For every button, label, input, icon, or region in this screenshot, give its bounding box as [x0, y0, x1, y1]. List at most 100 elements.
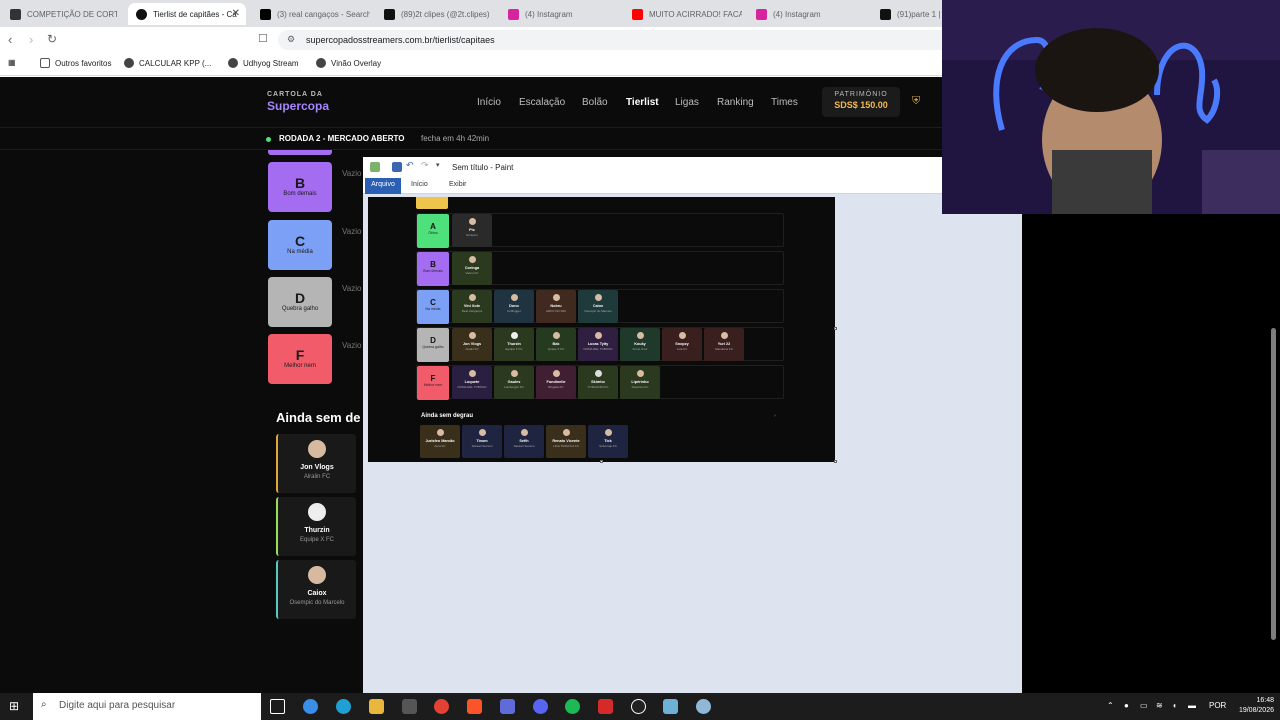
spotify-icon[interactable] — [565, 699, 580, 714]
taskbar-clock[interactable]: 16:48 19/08/2026 — [1228, 696, 1274, 716]
volume-icon[interactable]: ◖ — [1172, 701, 1177, 710]
image-tier-row-f: F Melhor nem Luquete DOMA DEL TOBOSO Gaule… — [416, 365, 784, 400]
nav-ligas[interactable]: Ligas — [675, 97, 699, 108]
logo[interactable]: Supercopa — [267, 99, 329, 113]
windows-taskbar: ⊞ ⌕ Digite aqui para pesquisar ⌃ ● ▭ ≋ ◖… — [0, 693, 1280, 720]
avatar — [604, 429, 612, 436]
mini-card-name: Gaules — [507, 380, 521, 384]
tab-real-cangacos[interactable]: (3) real cangaços - Search — [252, 3, 370, 25]
shield-icon[interactable]: ⛨ — [912, 95, 920, 108]
nav-ranking[interactable]: Ranking — [717, 97, 754, 108]
tray-chevron-icon[interactable]: ⌃ — [1107, 701, 1114, 710]
resize-handle-bottom[interactable] — [600, 460, 603, 463]
tab-2t-clipes[interactable]: (89)2t clipes (@2t.clipes) — [376, 3, 494, 25]
tab-parte-1[interactable]: (91)parte 1 | y — [872, 3, 942, 25]
bookmark-outros[interactable]: Outros favoritos — [40, 58, 111, 68]
nav-times[interactable]: Times — [771, 97, 798, 108]
edge-icon[interactable] — [336, 699, 351, 714]
bookmark-kpp[interactable]: CALCULAR KPP (... — [124, 58, 211, 68]
mini-card-name: Fundinelle — [546, 380, 566, 384]
nav-escalacao[interactable]: Escalação — [519, 97, 565, 108]
player-card-caiox[interactable]: Caiox Osempic do Marcelo — [276, 560, 356, 619]
mini-card: Luquete DOMA DEL TOBOSO — [452, 366, 492, 399]
url-field[interactable]: ⚙ supercopadosstreamers.com.br/tierlist/… — [278, 30, 958, 50]
tab-exibir[interactable]: Exibir — [449, 181, 467, 188]
avatar — [720, 332, 728, 339]
nav-inicio[interactable]: Início — [477, 97, 501, 108]
back-icon[interactable]: ‹ — [8, 32, 12, 47]
tab-instagram-2[interactable]: (4) Instagram — [748, 3, 866, 25]
tab-instagram[interactable]: (4) Instagram — [500, 3, 618, 25]
redo-icon[interactable]: ↷ — [421, 160, 431, 170]
image-tier-label: A Ótimo — [417, 214, 449, 248]
brave-icon[interactable] — [467, 699, 482, 714]
logo-small-text: CARTOLA DA — [267, 91, 323, 98]
network-icon[interactable]: ▭ — [1140, 701, 1148, 710]
obs-icon[interactable] — [631, 699, 646, 714]
notepad-icon[interactable] — [663, 699, 678, 714]
resize-handle-corner[interactable] — [834, 460, 837, 463]
tab-competicao[interactable]: COMPETIÇÃO DE CORTES — [2, 3, 117, 25]
mini-card: Jon Vlogs Alralin FC — [452, 328, 492, 361]
mini-card-name: Sefih — [519, 439, 529, 443]
tiktok-icon — [880, 8, 891, 20]
chrome-icon[interactable] — [434, 699, 449, 714]
mini-card-club: Vasco FC — [465, 271, 479, 275]
voicemod-icon[interactable] — [598, 699, 613, 714]
tab-inicio[interactable]: Início — [411, 181, 428, 188]
avatar — [478, 429, 486, 436]
mini-card: Kouky Fome Cruz — [620, 328, 660, 361]
copilot-icon[interactable] — [303, 699, 318, 714]
microphone-icon[interactable]: ● — [1124, 701, 1129, 710]
keyboard-icon[interactable]: ▬ — [1188, 701, 1196, 710]
close-tab-icon[interactable]: ✕ — [232, 8, 240, 19]
tab-arquivo[interactable]: Arquivo — [365, 178, 401, 194]
unranked-title: Ainda sem de — [276, 410, 361, 425]
site-info-icon[interactable]: ⚙ — [287, 34, 295, 45]
undo-icon[interactable]: ↶ — [406, 160, 416, 170]
tab-youtube[interactable]: MUITO ACIRRADO! FACA — [624, 3, 742, 25]
tier-sublabel: Ótimo — [428, 231, 438, 235]
tier-empty-text: Vazio — [342, 227, 362, 236]
avatar — [468, 370, 476, 377]
store-icon[interactable] — [402, 699, 417, 714]
save-icon[interactable] — [392, 162, 402, 172]
vegas-icon[interactable] — [500, 699, 515, 714]
tier-letter: C — [430, 298, 436, 307]
bookmark-vinao[interactable]: Vinão Overlay — [316, 58, 381, 68]
taskbar-search[interactable]: ⌕ Digite aqui para pesquisar — [33, 693, 261, 720]
page-scrollbar[interactable] — [1271, 328, 1276, 640]
discord-icon[interactable] — [533, 699, 548, 714]
apps-icon[interactable]: ▦ — [8, 58, 16, 67]
nav-bolao[interactable]: Bolão — [582, 97, 608, 108]
task-view-icon[interactable] — [270, 699, 285, 714]
mini-card-club: Brigada FC — [548, 385, 564, 389]
avatar — [468, 218, 476, 225]
player-card-jon-vlogs[interactable]: Jon Vlogs Alralin FC — [276, 434, 356, 493]
reload-icon[interactable]: ↻ — [47, 32, 57, 46]
bookmark-icon[interactable]: ☐ — [258, 32, 268, 45]
player-club: Equipe X FC — [299, 537, 335, 543]
globe-icon — [316, 58, 326, 68]
tab-favicon-icon — [10, 8, 21, 20]
paint-taskbar-icon[interactable] — [696, 699, 711, 714]
forward-icon[interactable]: › — [29, 32, 33, 47]
bookmark-udhyog[interactable]: Udhyog Stream — [228, 58, 299, 68]
nav-tierlist[interactable]: Tierlist — [626, 97, 659, 108]
customize-dropdown-icon[interactable]: ▾ — [436, 161, 446, 171]
bookmark-label: Udhyog Stream — [243, 58, 299, 68]
mini-card-name: Snopzy — [675, 342, 689, 346]
youtube-icon — [632, 8, 643, 20]
resize-handle-right[interactable] — [834, 327, 837, 330]
avatar — [436, 429, 444, 436]
language-indicator[interactable]: POR — [1209, 701, 1226, 710]
file-explorer-icon[interactable] — [369, 699, 384, 714]
mini-card: Thurzin Equipe X FC — [494, 328, 534, 361]
tier-sublabel: Melhor nem — [423, 383, 443, 387]
wifi-icon[interactable]: ≋ — [1156, 701, 1163, 710]
windows-start-icon[interactable]: ⊞ — [9, 699, 19, 713]
tab-tierlist[interactable]: Tierlist de capitães - Ca ✕ — [128, 3, 246, 25]
player-name: Thurzin — [304, 527, 330, 534]
paint-canvas[interactable]: A Ótimo Pic Scrapinc B Bom demais Coringa Va… — [368, 197, 835, 462]
player-card-thurzin[interactable]: Thurzin Equipe X FC — [276, 497, 356, 556]
